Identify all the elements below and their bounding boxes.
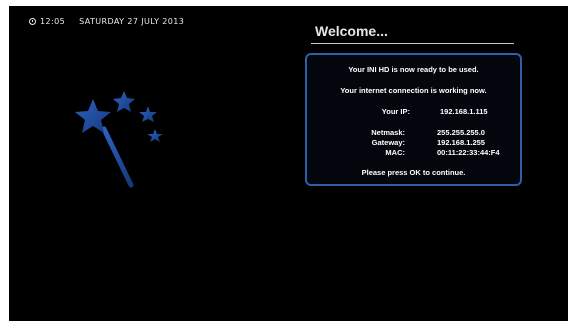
star-small-2 — [147, 129, 163, 142]
gateway-label: Gateway: — [371, 138, 405, 147]
netmask-label: Netmask: — [371, 128, 405, 137]
tv-screen: 12:05 SATURDAY 27 JULY 2013 Welcome... Y… — [9, 6, 568, 321]
network-info-panel: Your INI HD is now ready to be used. You… — [305, 53, 522, 186]
star-small-1 — [139, 106, 157, 122]
wand-stick — [101, 126, 134, 188]
status-date: SATURDAY 27 JULY 2013 — [79, 17, 185, 26]
magic-wand-icon — [75, 91, 163, 188]
status-bar: 12:05 SATURDAY 27 JULY 2013 — [29, 17, 184, 26]
continue-prompt: Please press OK to continue. — [361, 168, 466, 177]
connection-message: Your internet connection is working now. — [340, 86, 487, 95]
ready-message: Your INI HD is now ready to be used. — [348, 65, 479, 74]
ip-label: Your IP: — [381, 107, 410, 116]
mac-value: 00:11:22:33:44:F4 — [437, 148, 500, 157]
status-time: 12:05 — [40, 17, 66, 26]
gateway-value: 192.168.1.255 — [437, 138, 485, 147]
star-medium — [113, 91, 135, 112]
ip-value: 192.168.1.115 — [440, 107, 488, 116]
netmask-value: 255.255.255.0 — [437, 128, 485, 137]
mac-label: MAC: — [385, 148, 405, 157]
welcome-title: Welcome... — [315, 23, 388, 39]
title-underline — [311, 43, 514, 44]
clock-icon — [29, 18, 36, 25]
